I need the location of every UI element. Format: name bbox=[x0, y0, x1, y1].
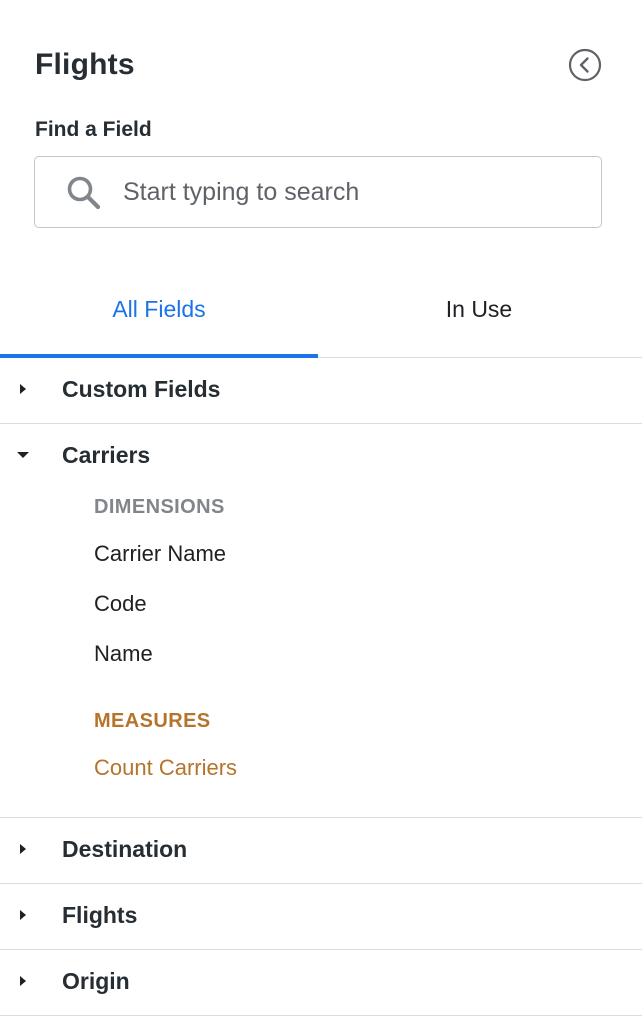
caret-right-icon bbox=[20, 910, 26, 920]
group-header-flights[interactable]: Flights bbox=[0, 884, 642, 948]
group-label: Custom Fields bbox=[62, 376, 221, 402]
find-field-label: Find a Field bbox=[35, 118, 152, 141]
collapse-panel-button[interactable] bbox=[568, 48, 602, 82]
field-code[interactable]: Code bbox=[94, 591, 147, 617]
panel-header: Flights bbox=[35, 44, 605, 88]
measures-label: MEASURES bbox=[94, 710, 211, 732]
group-header-origin[interactable]: Origin bbox=[0, 950, 642, 1014]
group-header-carriers[interactable]: Carriers bbox=[0, 424, 642, 488]
group-carriers: Carriers DIMENSIONS Carrier Name Code Na… bbox=[0, 424, 642, 818]
panel-title: Flights bbox=[35, 48, 135, 81]
group-destination: Destination bbox=[0, 818, 642, 884]
tab-all-fields[interactable]: All Fields bbox=[0, 262, 318, 358]
chevron-left-circle-icon bbox=[568, 48, 602, 82]
caret-right-icon bbox=[20, 384, 26, 394]
group-header-custom-fields[interactable]: Custom Fields bbox=[0, 358, 642, 422]
group-label: Carriers bbox=[62, 442, 151, 468]
tab-in-use[interactable]: In Use bbox=[320, 262, 638, 356]
group-label: Flights bbox=[62, 902, 138, 928]
field-tabs: All Fields In Use bbox=[0, 262, 642, 358]
caret-right-icon bbox=[20, 844, 26, 854]
field-count-carriers[interactable]: Count Carriers bbox=[94, 755, 237, 781]
group-custom-fields: Custom Fields bbox=[0, 358, 642, 424]
group-label: Origin bbox=[62, 968, 130, 994]
search-input[interactable] bbox=[123, 171, 583, 213]
field-carrier-name[interactable]: Carrier Name bbox=[94, 541, 226, 567]
caret-right-icon bbox=[20, 976, 26, 986]
group-origin: Origin bbox=[0, 950, 642, 1016]
search-field[interactable] bbox=[34, 156, 602, 228]
group-label: Destination bbox=[62, 836, 188, 862]
group-flights: Flights bbox=[0, 884, 642, 950]
caret-down-icon bbox=[17, 452, 29, 458]
group-header-destination[interactable]: Destination bbox=[0, 818, 642, 882]
search-icon bbox=[67, 176, 101, 210]
field-name[interactable]: Name bbox=[94, 641, 153, 667]
dimensions-label: DIMENSIONS bbox=[94, 496, 225, 518]
